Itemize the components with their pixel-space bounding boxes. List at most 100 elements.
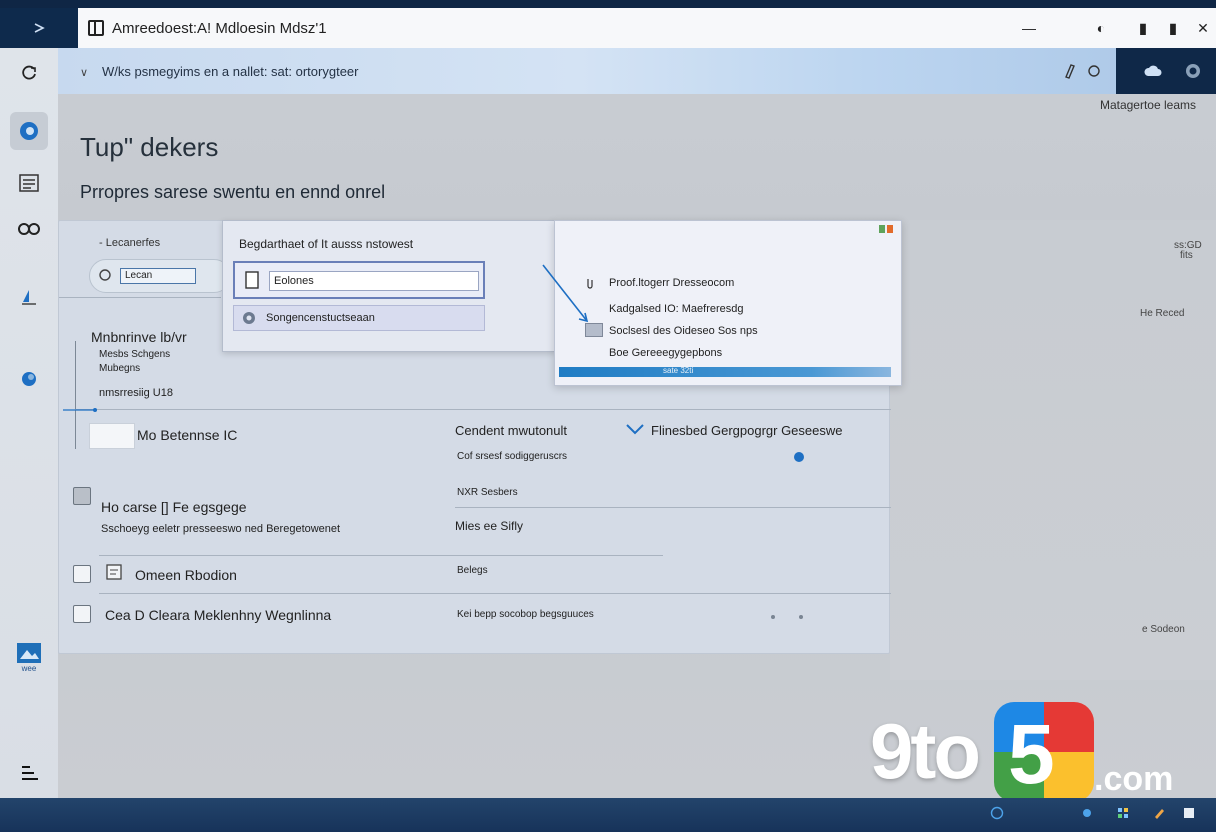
menu-item-4[interactable]: Boe Gereeegygepbons <box>555 341 903 365</box>
square-tray-icon[interactable] <box>1182 806 1196 820</box>
divider <box>59 297 221 298</box>
row-divider <box>99 593 891 594</box>
section-sub-1: Mesbs Schgens <box>99 349 171 360</box>
row-4-label[interactable]: Cea D Cleara Meklenhny Wegnlinna <box>105 607 331 623</box>
row-divider <box>99 555 663 556</box>
rail-photos-label: wee <box>21 663 37 673</box>
dialog-title: Begdarthaet of It ausss nstowest <box>239 237 414 251</box>
circle-tray-icon[interactable] <box>990 806 1004 820</box>
context-menu: Proof.ltogerr Dresseocom Kadgalsed IO: M… <box>542 220 903 386</box>
row-4-col2: Kei bepp socobop begsguuces <box>457 609 594 620</box>
menu-item-3-label: Soclsesl des Oideseo Sos nps <box>609 325 758 337</box>
breadcrumb[interactable]: W/ks psmegyims en a nallet: sat: ortoryg… <box>102 64 358 79</box>
search-icon <box>99 269 111 281</box>
row-4-dot <box>771 615 775 619</box>
browser-icon <box>20 122 38 140</box>
menu-item-4-label: Boe Gereeegygepbons <box>609 347 723 359</box>
rail-home-button[interactable] <box>10 112 48 150</box>
rail-cloud-button[interactable] <box>10 278 48 316</box>
menu-item-1-label: Proof.ltogerr Dresseocom <box>609 277 735 289</box>
page-title: Tup" dekers <box>80 132 219 162</box>
minimize-button[interactable]: — <box>1018 18 1040 38</box>
watermark-text-a: 9to <box>870 707 981 795</box>
menu-item-2-label: Kadgalsed IO: Maefreresdg <box>609 303 744 315</box>
dialog-text-input[interactable]: Eolones <box>269 271 479 291</box>
rail-view-button[interactable] <box>10 210 48 248</box>
chevron-icon: ∨ <box>80 67 89 79</box>
manage-teams-link[interactable]: Matagertoe leams <box>1100 98 1196 112</box>
cloud-icon[interactable] <box>1144 64 1162 78</box>
right-note-4: e Sodeon <box>1142 624 1185 635</box>
account-icon[interactable] <box>1184 62 1202 80</box>
corner-glyph-icon <box>34 23 45 33</box>
refresh-icon <box>22 65 36 80</box>
section-title: Mnbnrinve lb/vr <box>91 329 187 345</box>
rail-photos-button[interactable]: wee <box>10 638 48 676</box>
row-4-checkbox[interactable] <box>73 605 91 623</box>
section-sub-3: nmsrresiig U18 <box>99 387 173 399</box>
app-logo-icon <box>88 20 104 36</box>
status-dot-icon <box>794 452 804 462</box>
edit-icons[interactable] <box>1062 62 1102 80</box>
row-divider <box>455 507 891 508</box>
left-rail: wee <box>0 48 58 798</box>
menu-item-3[interactable]: Soclsesl des Oideseo Sos nps <box>555 319 903 343</box>
pen-tray-icon[interactable] <box>1152 806 1166 820</box>
right-note-3: He Reced <box>1140 308 1185 319</box>
grid-tray-icon[interactable] <box>1116 806 1130 820</box>
rail-refresh-button[interactable] <box>10 54 48 92</box>
menu-item-2[interactable]: Kadgalsed IO: Maefreresdg <box>555 297 903 321</box>
row-4-dot <box>799 615 803 619</box>
sail-icon <box>22 290 36 305</box>
row-3-checkbox[interactable] <box>73 565 91 583</box>
row-2-checkbox[interactable] <box>73 487 91 505</box>
titlebar-corner <box>0 8 78 48</box>
hamburger-icon <box>22 766 38 780</box>
row-1-label[interactable]: Mo Betennse IC <box>137 427 237 443</box>
search-input[interactable]: Lecan <box>120 268 196 284</box>
row-divider <box>75 409 891 410</box>
pointer-icon <box>63 408 97 412</box>
search-pill[interactable]: Lecan <box>89 259 231 293</box>
document-icon <box>106 564 122 580</box>
row-1-col2-sub: Cof srsesf sodiggeruscrs <box>457 451 568 462</box>
rail-menu-button[interactable] <box>10 754 48 792</box>
restore-button[interactable]: ▮ <box>1132 18 1154 38</box>
tree-line <box>75 341 76 449</box>
right-note-2: fits <box>1180 250 1193 261</box>
close-button[interactable]: ✕ <box>1192 18 1214 38</box>
dialog-input-row[interactable]: Eolones <box>233 261 485 299</box>
window-titlebar: Amreedoest:A! Mdloesin Mdsz'1 — ◐ ▮ ▮ ✕ <box>0 8 1216 48</box>
row-2-label[interactable]: Ho carse [] Fe egsgege <box>101 499 247 515</box>
radio-icon[interactable] <box>242 311 256 325</box>
main-content: ∨ W/ks psmegyims en a nallet: sat: ortor… <box>58 48 1216 798</box>
watermark-text-c: .com <box>1094 760 1174 798</box>
dialog-option-row[interactable]: Songencenstuctseaan <box>233 305 485 331</box>
dot-tray-icon[interactable] <box>1080 806 1094 820</box>
file-list-icon <box>19 174 39 192</box>
input-dialog: Begdarthaet of It ausss nstowest Eolones… <box>222 220 556 352</box>
row-3-label[interactable]: Omeen Rbodion <box>135 567 237 583</box>
row-3-col2: Belegs <box>457 565 488 576</box>
menu-window-controls[interactable] <box>879 225 893 235</box>
maximize-button[interactable]: ◐ <box>1090 18 1112 38</box>
window-title: Amreedoest:A! Mdloesin Mdsz'1 <box>112 20 327 37</box>
taskbar <box>0 798 1216 832</box>
settings-button[interactable]: ▮ <box>1162 18 1184 38</box>
breadcrumb-tools <box>1116 48 1216 94</box>
watermark-badge: 5 <box>994 702 1094 802</box>
menu-item-1[interactable]: Proof.ltogerr Dresseocom <box>555 271 903 295</box>
breadcrumb-bar: ∨ W/ks psmegyims en a nallet: sat: ortor… <box>58 48 1216 94</box>
row-1-col3-sub: NXR Sesbers <box>457 487 518 498</box>
document-icon <box>245 271 259 289</box>
watermark-text-b: 5 <box>1008 707 1055 801</box>
paperclip-icon <box>587 279 593 289</box>
glasses-icon <box>18 223 40 235</box>
row-1-col2: Cendent mwutonult <box>455 423 568 438</box>
rail-globe-button[interactable] <box>10 360 48 398</box>
page-subtitle: Prropres sarese swentu en ennd onrel <box>80 182 386 202</box>
rail-files-button[interactable] <box>10 164 48 202</box>
row-1-thumbnail <box>89 423 135 449</box>
menu-progress-bar: sate 32ti <box>559 366 891 377</box>
dialog-option-label: Songencenstuctseaan <box>266 312 375 324</box>
